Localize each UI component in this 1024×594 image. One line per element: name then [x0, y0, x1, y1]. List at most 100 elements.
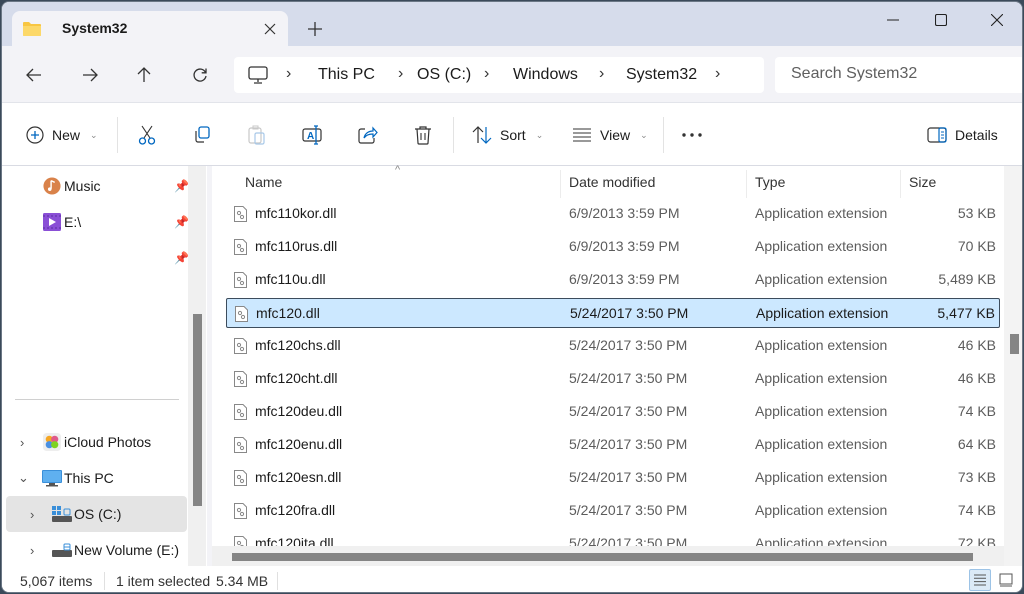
file-row[interactable]: mfc110kor.dll 6/9/2013 3:59 PM Application… — [226, 199, 1000, 229]
file-name: mfc110rus.dll — [255, 238, 338, 254]
forward-button[interactable] — [75, 60, 105, 90]
file-type: Application extension — [755, 370, 888, 386]
file-row[interactable]: mfc120ita.dll 5/24/2017 3:50 PM Applicatio… — [226, 529, 1000, 546]
chevron-down-icon: ⌄ — [640, 129, 648, 140]
breadcrumb-windows[interactable]: Windows — [513, 66, 578, 84]
sidebar-label: iCloud Photos — [64, 434, 152, 450]
refresh-button[interactable] — [185, 60, 215, 90]
file-date: 6/9/2013 3:59 PM — [569, 205, 680, 221]
dll-file-icon — [234, 239, 247, 255]
copy-icon — [195, 126, 210, 143]
toolbar-divider — [663, 117, 664, 153]
file-date: 5/24/2017 3:50 PM — [569, 469, 688, 485]
file-row[interactable]: mfc120deu.dll 5/24/2017 3:50 PM Applicatio… — [226, 397, 1000, 427]
large-icons-view-icon — [999, 573, 1013, 587]
search-box[interactable] — [775, 57, 1022, 93]
file-row[interactable]: mfc120cht.dll 5/24/2017 3:50 PM Applicatio… — [226, 364, 1000, 394]
details-pane-button[interactable]: Details — [927, 121, 998, 149]
chevron-right-icon[interactable]: › — [715, 65, 720, 83]
copy-button[interactable] — [193, 121, 211, 149]
file-row[interactable]: mfc120esn.dll 5/24/2017 3:50 PM Applicatio… — [226, 463, 1000, 493]
rename-icon: A — [302, 125, 322, 145]
item-count: 5,067 items — [20, 573, 93, 589]
file-row[interactable]: mfc120enu.dll 5/24/2017 3:50 PM Applicatio… — [226, 430, 1000, 460]
sidebar-item-music[interactable]: Music 📌 — [6, 168, 189, 204]
sidebar-item-os-c[interactable]: › OS (C:) — [6, 496, 187, 532]
breadcrumb-this-pc[interactable]: This PC — [318, 66, 375, 84]
back-button[interactable] — [19, 60, 49, 90]
file-list-scrollbar[interactable] — [1004, 166, 1022, 566]
list-view-icon — [573, 128, 591, 142]
sidebar-item-pinned[interactable]: 📌 — [6, 240, 189, 276]
status-divider — [104, 572, 105, 590]
chevron-right-icon[interactable]: › — [20, 435, 24, 450]
sidebar-divider — [15, 399, 179, 400]
breadcrumb-system32[interactable]: System32 — [626, 66, 697, 84]
details-label: Details — [955, 127, 998, 143]
sidebar-item-new-volume-e[interactable]: › New Volume (E:) — [6, 532, 187, 568]
file-date: 5/24/2017 3:50 PM — [569, 403, 688, 419]
sidebar-item-this-pc[interactable]: ⌄ This PC — [6, 460, 187, 496]
pin-icon[interactable]: 📌 — [174, 179, 189, 193]
arrow-right-icon — [83, 68, 98, 82]
close-tab-button[interactable] — [258, 17, 282, 41]
file-list-scrollbar-thumb[interactable] — [1010, 334, 1019, 354]
chevron-right-icon[interactable]: › — [30, 543, 34, 558]
file-size: 53 KB — [957, 205, 996, 221]
file-name: mfc120esn.dll — [255, 469, 342, 485]
chevron-right-icon[interactable]: › — [286, 65, 291, 83]
search-input[interactable] — [791, 65, 1011, 83]
horizontal-scrollbar-thumb[interactable] — [232, 553, 973, 561]
this-pc-icon — [42, 470, 62, 487]
file-date: 5/24/2017 3:50 PM — [569, 436, 688, 452]
file-row[interactable]: mfc120fra.dll 5/24/2017 3:50 PM Applicatio… — [226, 496, 1000, 526]
pin-icon[interactable]: 📌 — [174, 215, 189, 229]
arrow-up-icon — [137, 67, 151, 82]
file-type: Application extension — [755, 337, 888, 353]
address-bar[interactable]: › This PC › OS (C:) › Windows › System32… — [234, 57, 764, 93]
file-row[interactable]: mfc120chs.dll 5/24/2017 3:50 PM Applicatio… — [226, 331, 1000, 361]
view-button[interactable]: View ⌄ — [572, 121, 648, 149]
chevron-right-icon[interactable]: › — [398, 65, 403, 83]
dll-file-icon — [234, 206, 247, 222]
file-row[interactable]: mfc110rus.dll 6/9/2013 3:59 PM Application… — [226, 232, 1000, 262]
sidebar-scrollbar-thumb[interactable] — [193, 314, 202, 506]
new-tab-button[interactable] — [302, 16, 328, 42]
file-row[interactable]: mfc110u.dll 6/9/2013 3:59 PM Application e… — [226, 265, 1000, 295]
new-label: New — [52, 127, 81, 143]
file-list: ^ Name Date modified Type Size mfc110kor… — [212, 164, 1004, 566]
maximize-icon — [935, 14, 947, 26]
up-button[interactable] — [129, 60, 159, 90]
minimize-button[interactable] — [870, 6, 916, 34]
share-button[interactable] — [358, 121, 378, 149]
tab-system32[interactable]: System32 — [12, 11, 288, 47]
chevron-right-icon[interactable]: › — [599, 65, 604, 83]
sort-button[interactable]: Sort ⌄ — [472, 121, 543, 149]
sidebar-item-icloud-photos[interactable]: › iCloud Photos — [6, 424, 187, 460]
sidebar-label: This PC — [64, 470, 114, 486]
breadcrumb-os-c[interactable]: OS (C:) — [417, 66, 471, 84]
pin-icon[interactable]: 📌 — [174, 251, 189, 265]
new-button[interactable]: New ⌄ — [26, 121, 98, 149]
dll-file-icon — [234, 437, 247, 453]
close-window-button[interactable] — [974, 6, 1020, 34]
sidebar-item-e-drive[interactable]: E:\ 📌 — [6, 204, 189, 240]
details-view-icon — [974, 574, 986, 586]
more-options-button[interactable] — [682, 121, 702, 149]
delete-button[interactable] — [414, 121, 432, 149]
paste-button[interactable] — [248, 121, 266, 149]
file-name: mfc120enu.dll — [255, 436, 343, 452]
cut-button[interactable] — [138, 121, 156, 149]
chevron-down-icon[interactable]: ⌄ — [18, 470, 29, 486]
file-row[interactable]: mfc120.dll 5/24/2017 3:50 PM Application e… — [226, 298, 1000, 328]
chevron-down-icon: ⌄ — [90, 129, 98, 140]
maximize-button[interactable] — [918, 6, 964, 34]
folder-icon — [23, 22, 41, 36]
file-size: 46 KB — [957, 337, 996, 353]
file-size: 5,477 KB — [937, 305, 995, 321]
rename-button[interactable]: A — [302, 121, 324, 149]
chevron-right-icon[interactable]: › — [484, 65, 489, 83]
tiles-view-button[interactable] — [995, 569, 1017, 591]
details-view-button[interactable] — [969, 569, 991, 591]
chevron-right-icon[interactable]: › — [30, 507, 34, 522]
